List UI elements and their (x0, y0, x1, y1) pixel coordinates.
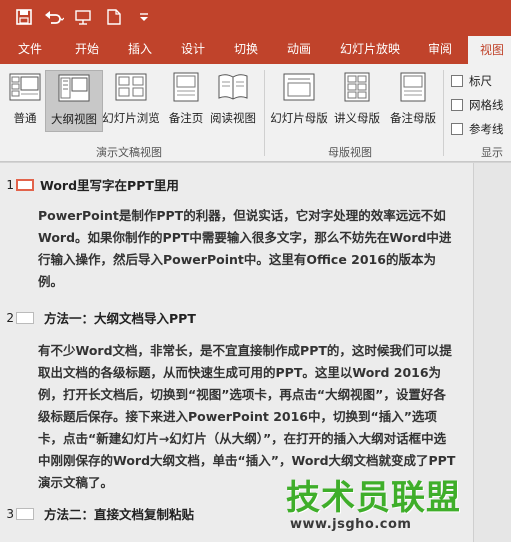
group-divider (264, 70, 265, 156)
show-group-label: 显示 (481, 146, 503, 159)
handout-master-button[interactable]: 讲义母版 (328, 70, 386, 132)
outline-slide-1[interactable]: 1 Word里写字在PPT里用 (0, 175, 179, 194)
outline-view-button[interactable]: 大纲视图 (45, 70, 103, 132)
tab-insert[interactable]: 插入 (128, 34, 152, 64)
guides-checkbox[interactable]: 参考线 (451, 121, 504, 137)
slide-title[interactable]: 方法二：直接文档复制粘贴 (44, 504, 194, 523)
watermark-url: www.jsgho.com (290, 517, 412, 532)
tab-view[interactable]: 视图 (468, 36, 511, 64)
save-icon[interactable] (12, 5, 36, 29)
slide-body-text[interactable]: PowerPoint是制作PPT的利器，但说实话，它对字处理的效率远远不如Wor… (38, 205, 458, 293)
site-watermark: 技术员联盟 www.jsgho.com (286, 470, 506, 538)
slide-icon[interactable] (16, 178, 34, 191)
gridlines-checkbox[interactable]: 网格线 (451, 97, 504, 113)
normal-view-icon (7, 70, 43, 104)
slide-title[interactable]: Word里写字在PPT里用 (40, 175, 179, 194)
checkbox-box[interactable] (451, 75, 463, 87)
ruler-checkbox[interactable]: 标尺 (451, 73, 492, 89)
outline-slide-2[interactable]: 2 方法一：大纲文档导入PPT (0, 308, 196, 327)
notes-page-icon (168, 70, 204, 104)
handout-master-icon (339, 70, 375, 104)
undo-icon[interactable] (42, 5, 66, 29)
tab-home[interactable]: 开始 (75, 34, 99, 64)
outline-view-icon (56, 71, 92, 105)
reading-view-icon (215, 70, 251, 104)
tab-design[interactable]: 设计 (181, 34, 205, 64)
checkbox-box[interactable] (451, 99, 463, 111)
tab-slideshow[interactable]: 幻灯片放映 (340, 34, 400, 64)
master-views-group-label: 母版视图 (328, 146, 372, 159)
checkbox-box[interactable] (451, 123, 463, 135)
slide-master-button[interactable]: 幻灯片母版 (270, 70, 328, 132)
slide-master-icon (281, 70, 317, 104)
reading-view-button[interactable]: 阅读视图 (204, 70, 262, 132)
notes-master-button[interactable]: 备注母版 (384, 70, 442, 132)
slide-title[interactable]: 方法一：大纲文档导入PPT (44, 308, 196, 327)
slide-icon[interactable] (16, 507, 34, 520)
outline-slide-3[interactable]: 3 方法二：直接文档复制粘贴 (0, 504, 194, 523)
slide-sorter-icon (113, 70, 149, 104)
customize-toolbar-icon[interactable] (132, 5, 156, 29)
tab-review[interactable]: 审阅 (428, 34, 452, 64)
tab-animations[interactable]: 动画 (287, 34, 311, 64)
slide-icon[interactable] (16, 311, 34, 324)
slide-number: 2 (6, 310, 14, 325)
group-divider (443, 70, 444, 156)
start-from-beginning-icon[interactable] (72, 5, 96, 29)
slide-number: 3 (6, 506, 14, 521)
slide-number: 1 (6, 177, 14, 192)
ribbon-tabs: 文件 开始 插入 设计 切换 动画 幻灯片放映 审阅 视图 (0, 34, 511, 64)
tab-file[interactable]: 文件 (18, 34, 42, 64)
slide-sorter-button[interactable]: 幻灯片浏览 (102, 70, 160, 132)
new-file-icon[interactable] (102, 5, 126, 29)
tab-transitions[interactable]: 切换 (234, 34, 258, 64)
quick-access-toolbar (0, 0, 511, 34)
notes-master-icon (395, 70, 431, 104)
ribbon-panel: 普通 大纲视图 幻灯片浏览 备注页 阅读视图 演示文稿视图 幻灯片母版 讲义母版… (0, 64, 511, 162)
watermark-title: 技术员联盟 (286, 478, 461, 518)
presentation-views-group-label: 演示文稿视图 (96, 146, 162, 159)
